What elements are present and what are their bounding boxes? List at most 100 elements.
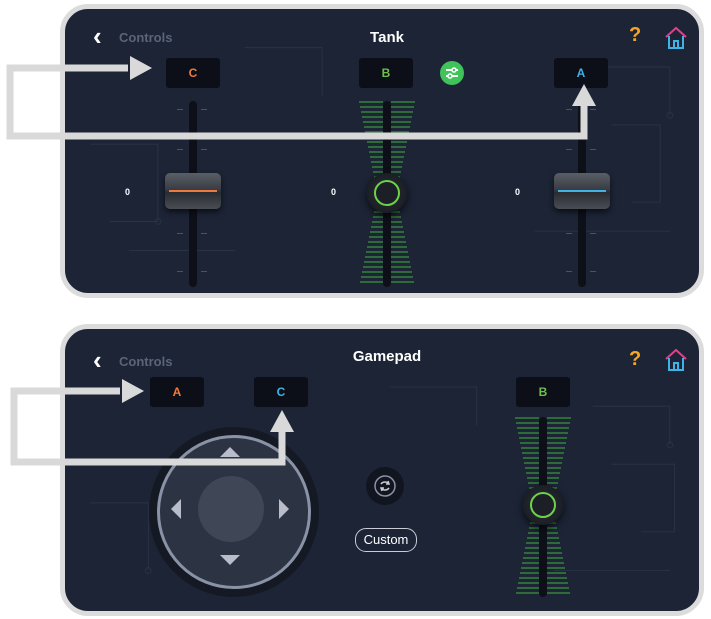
speed-bar <box>547 452 564 454</box>
speed-bar <box>391 126 411 128</box>
left-slider-value: 0 <box>125 187 131 197</box>
speed-bar <box>524 552 539 554</box>
nav-controls-label[interactable]: Controls <box>119 30 172 45</box>
speed-bar <box>391 131 410 133</box>
speed-bar <box>391 151 406 153</box>
speed-bar <box>547 547 561 549</box>
speed-bar <box>391 136 409 138</box>
port-a-label: A <box>554 58 608 88</box>
speed-bar <box>359 101 383 103</box>
joystick-thumb[interactable] <box>198 476 264 542</box>
speed-bar <box>365 256 383 258</box>
slider-tick <box>590 233 596 234</box>
home-icon[interactable] <box>663 347 689 373</box>
dpad-up-icon[interactable] <box>220 447 240 457</box>
speed-bar <box>527 537 539 539</box>
speed-bar <box>547 557 563 559</box>
dpad-right-icon[interactable] <box>279 499 289 519</box>
speed-bar <box>547 582 568 584</box>
speed-bar <box>365 251 383 253</box>
question-mark-icon[interactable]: ? <box>629 348 641 371</box>
speed-bar <box>359 106 383 108</box>
speed-bar <box>523 557 539 559</box>
back-chevron-icon[interactable]: ‹ <box>93 23 102 49</box>
speed-bar <box>521 567 539 569</box>
speed-bar <box>391 146 407 148</box>
speed-bar <box>363 126 383 128</box>
speed-bar <box>547 442 566 444</box>
right-slider-knob[interactable] <box>523 485 563 525</box>
speed-bar <box>391 166 403 168</box>
speed-bar <box>547 542 560 544</box>
slider-tick <box>177 233 183 234</box>
speed-bar <box>391 276 413 278</box>
speed-bar <box>516 592 539 594</box>
speed-bar <box>525 547 539 549</box>
custom-button[interactable]: Custom <box>355 528 417 552</box>
slider-tick <box>201 109 207 110</box>
right-slider-handle[interactable] <box>554 173 610 209</box>
slider-tick <box>566 271 572 272</box>
speed-bar <box>547 432 568 434</box>
port-c-label: C <box>254 377 308 407</box>
speed-bar <box>391 231 405 233</box>
speed-bar <box>360 281 383 283</box>
speed-bar <box>391 261 410 263</box>
center-slider-knob[interactable] <box>367 173 407 213</box>
speed-bar <box>391 241 407 243</box>
speed-bar <box>370 161 383 163</box>
slider-tick <box>201 233 207 234</box>
swap-icon <box>374 475 396 497</box>
dpad-left-icon[interactable] <box>171 499 181 519</box>
speed-bar <box>547 447 565 449</box>
speed-bar <box>520 442 539 444</box>
home-icon[interactable] <box>663 25 689 51</box>
speed-bar <box>524 462 539 464</box>
speed-bar <box>366 246 383 248</box>
speed-bar <box>360 111 383 113</box>
speed-bar <box>372 216 383 218</box>
port-a-label: A <box>150 377 204 407</box>
speed-bar <box>391 251 409 253</box>
speed-bar <box>391 116 413 118</box>
speed-bar <box>523 457 539 459</box>
speed-bar <box>391 111 414 113</box>
speed-bar <box>391 101 415 103</box>
port-b-label: B <box>359 58 413 88</box>
speed-bar <box>519 577 539 579</box>
speed-bar <box>391 161 404 163</box>
speed-bar <box>391 221 403 223</box>
speed-bar <box>526 542 539 544</box>
speed-bar <box>529 527 539 529</box>
slider-tick <box>201 149 207 150</box>
speed-bar <box>391 171 402 173</box>
right-slider-value: 0 <box>515 187 521 197</box>
speed-bar <box>547 562 564 564</box>
speed-bar <box>528 532 539 534</box>
slider-tick <box>590 271 596 272</box>
speed-bar <box>515 417 539 419</box>
slider-tick <box>177 109 183 110</box>
left-slider-handle[interactable] <box>165 173 221 209</box>
speed-bar <box>371 166 383 168</box>
tank-control-panel: ‹ Controls Tank ? C B A 0 0 0 <box>60 4 704 298</box>
slider-tick <box>566 149 572 150</box>
center-slider-value: 0 <box>331 187 337 197</box>
question-mark-icon[interactable]: ? <box>629 24 641 47</box>
speed-bar <box>547 577 567 579</box>
speed-bar <box>367 241 383 243</box>
speed-bar <box>391 281 414 283</box>
panel-title: Tank <box>370 29 404 46</box>
speed-bar <box>547 477 559 479</box>
speed-bar <box>391 216 402 218</box>
speed-bar <box>518 582 539 584</box>
sliders-settings-icon[interactable] <box>440 61 464 85</box>
swap-mode-button[interactable] <box>366 467 404 505</box>
speed-bar <box>520 572 539 574</box>
speed-bar <box>547 567 565 569</box>
back-chevron-icon[interactable]: ‹ <box>93 347 102 373</box>
speed-bar <box>391 246 408 248</box>
dpad-down-icon[interactable] <box>220 555 240 565</box>
port-b-label: B <box>516 377 570 407</box>
nav-controls-label[interactable]: Controls <box>119 354 172 369</box>
